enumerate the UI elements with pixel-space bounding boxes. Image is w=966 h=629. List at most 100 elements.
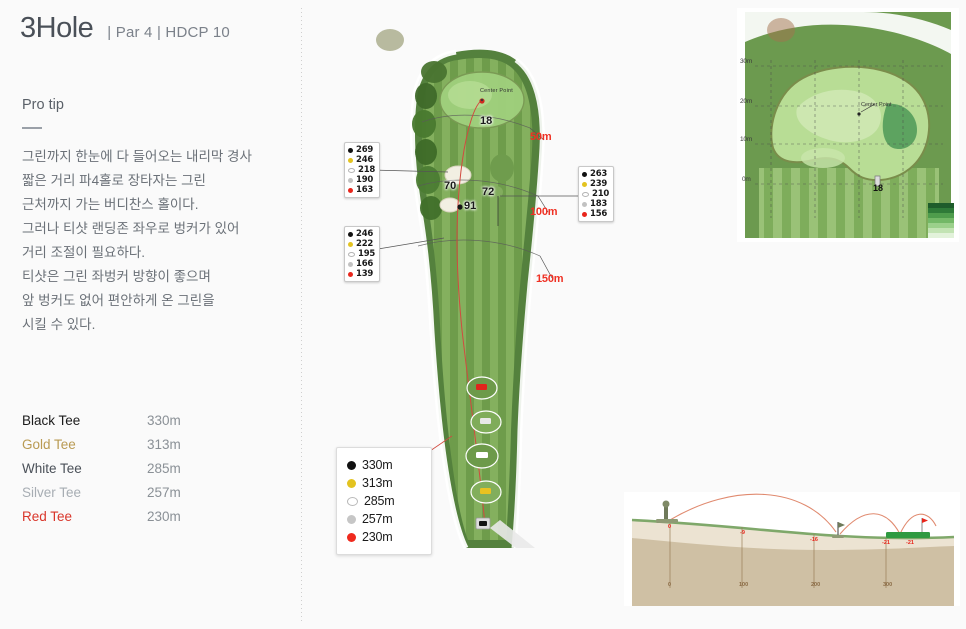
yardage-row: 263 <box>582 169 609 179</box>
fairway-number-70: 70 <box>444 180 457 192</box>
table-row: Gold Tee 313m <box>22 432 222 456</box>
black-tee-dot-icon <box>348 147 353 153</box>
yardage-value: 269 <box>356 145 374 155</box>
tee-name: Gold Tee <box>22 436 76 452</box>
hole-meta: | Par 4 | HDCP 10 <box>107 24 230 41</box>
protip-line: 시킬 수 있다. <box>22 317 96 332</box>
legend-label: 285m <box>364 494 395 508</box>
green-contour-front <box>801 148 845 168</box>
white-tee-dot-icon <box>582 191 589 197</box>
yardage-value: 163 <box>356 185 374 195</box>
red-tee-dot-icon <box>348 271 353 277</box>
hole-info-page: 3Hole | Par 4 | HDCP 10 Pro tip 그린까지 한눈에… <box>0 0 966 629</box>
yardage-row: 218 <box>348 165 375 175</box>
yardage-value: 139 <box>356 269 374 279</box>
yardage-row: 222 <box>348 239 375 249</box>
yardage-marker-box-left-upper[interactable]: 269 246 218 190 163 <box>344 142 381 198</box>
table-row: Silver Tee 257m <box>22 480 222 504</box>
tee-box-silver <box>480 418 491 424</box>
green-detail-map[interactable]: 30m 20m 10m 0m Center Point 18 <box>737 8 959 242</box>
tee-name: Silver Tee <box>22 484 82 500</box>
protip-heading: Pro tip <box>22 97 64 113</box>
yardage-value: 246 <box>356 155 374 165</box>
yardage-row: 246 <box>348 229 375 239</box>
tee-name: Black Tee <box>22 412 81 428</box>
elevation-value-9: -9 <box>740 530 745 536</box>
tee-distance: 257m <box>147 484 181 500</box>
tee-distance: 313m <box>147 436 181 452</box>
yardage-value: 156 <box>590 209 608 219</box>
tee-box-red <box>476 384 487 390</box>
protip-line: 짧은 거리 파4홀로 장타자는 그린 <box>22 173 206 188</box>
yardage-row: 269 <box>348 145 375 155</box>
tee-distance: 330m <box>147 412 181 428</box>
yardage-row: 246 <box>348 155 375 165</box>
protip-line: 근처까지 가는 버디찬스 홀이다. <box>22 197 199 212</box>
center-point-dot <box>857 112 861 116</box>
green-contour <box>448 81 492 109</box>
black-tee-dot-icon <box>347 460 356 470</box>
green-axis-label-20m: 20m <box>740 98 753 105</box>
green-axis-label-0m: 0m <box>742 176 751 183</box>
slope-color-scale <box>928 203 954 238</box>
protip-line: 티샷은 그린 좌벙커 방향이 좋으며 <box>22 269 211 284</box>
elevation-profile[interactable]: 0 -9 -16 -21 -21 0 100 200 300 <box>624 492 960 606</box>
center-point-dot <box>480 98 484 102</box>
legend-label: 313m <box>362 476 393 490</box>
protip-line: 그린까지 한눈에 다 들어오는 내리막 경사 <box>22 149 252 164</box>
yardage-marker-box-left-lower[interactable]: 246 222 195 166 139 <box>344 226 381 282</box>
legend-item: 257m <box>347 510 423 528</box>
mound-right <box>490 154 514 182</box>
distance-tick-0: 0 <box>668 582 672 588</box>
red-tee-dot-icon <box>348 187 353 193</box>
red-tee-dot-icon <box>582 211 587 217</box>
legend-label: 330m <box>362 458 393 472</box>
elevation-profile-graphic <box>624 492 960 606</box>
gold-tee-dot-icon <box>348 241 353 247</box>
left-info-panel: 3Hole | Par 4 | HDCP 10 Pro tip 그린까지 한눈에… <box>0 0 302 629</box>
legend-label: 230m <box>362 530 393 544</box>
tee-distance: 230m <box>147 508 181 524</box>
hole-layout-map[interactable]: 269 246 218 190 163 246 222 195 166 139 … <box>330 0 630 570</box>
gold-tee-dot-icon <box>347 478 356 488</box>
table-row: Red Tee 230m <box>22 504 222 528</box>
distance-label-100m: 100m <box>530 206 558 218</box>
distance-tick-200: 200 <box>811 582 821 588</box>
green-axis-label-30m: 30m <box>740 58 753 65</box>
tee-box-white <box>476 452 488 458</box>
distance-label-50m: 50m <box>530 131 552 143</box>
legend-item: 313m <box>347 474 423 492</box>
elevation-value-21a: -21 <box>882 540 890 546</box>
green-profile <box>886 532 930 538</box>
protip-divider <box>22 127 42 129</box>
yardage-row: 183 <box>582 199 609 209</box>
protip-line: 거리 조절이 필요하다. <box>22 245 146 260</box>
protip-line: 그러나 티샷 랜딩존 좌우로 벙커가 있어 <box>22 221 240 236</box>
silver-tee-dot-icon <box>348 261 353 267</box>
yardage-value: 246 <box>356 229 374 239</box>
green-detail-graphic <box>737 8 959 242</box>
elevation-value-21b: -21 <box>906 540 914 546</box>
yardage-marker-box-right[interactable]: 263 239 210 183 156 <box>578 166 615 222</box>
pin-number-18: 18 <box>480 115 493 127</box>
bunker-left-lower <box>439 197 461 213</box>
center-point-label: Center Point <box>480 88 513 94</box>
tee-name: Red Tee <box>22 508 73 524</box>
tee-distance-table: Black Tee 330m Gold Tee 313m White Tee 2… <box>22 408 222 528</box>
table-row: White Tee 285m <box>22 456 222 480</box>
legend-item: 230m <box>347 528 423 546</box>
page-title: 3Hole <box>20 12 94 44</box>
protip-line: 앞 벙커도 없어 편안하게 온 그린을 <box>22 293 215 308</box>
distance-tick-300: 300 <box>883 582 893 588</box>
white-tee-dot-icon <box>347 496 358 506</box>
panel-divider <box>301 8 302 622</box>
fairway-number-91: 91 <box>464 200 477 212</box>
silver-tee-dot-icon <box>348 177 353 183</box>
tee-color-legend[interactable]: 330m 313m 285m 257m 230m <box>336 447 432 555</box>
tree-detail <box>767 18 795 42</box>
red-tee-dot-icon <box>347 532 356 542</box>
yardage-value: 218 <box>358 165 376 175</box>
protip-text: 그린까지 한눈에 다 들어오는 내리막 경사 짧은 거리 파4홀로 장타자는 그… <box>22 145 294 337</box>
tee-distance: 285m <box>147 460 181 476</box>
gold-tee-dot-icon <box>348 157 353 163</box>
